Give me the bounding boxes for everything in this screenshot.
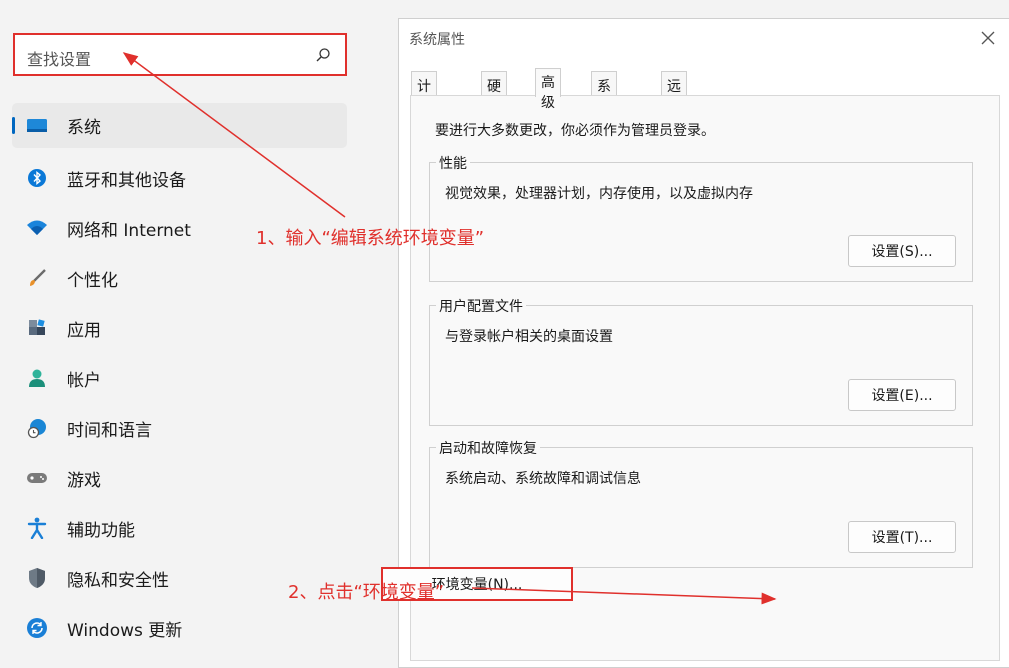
tab-remote[interactable]: 远程 [661, 71, 687, 115]
step1-annotation: 1、输入“编辑系统环境变量” [256, 228, 485, 249]
sidebar-item-label: Windows 更新 [67, 620, 183, 641]
group-title: 性能 [436, 153, 470, 173]
sidebar-item-label: 蓝牙和其他设备 [67, 170, 186, 191]
sidebar-item-label: 系统 [67, 118, 101, 138]
sidebar-item-apps[interactable]: 应用 [12, 303, 347, 353]
sidebar-item-label: 游戏 [67, 470, 101, 491]
group-title: 启动和故障恢复 [436, 438, 540, 458]
startup-recovery-group: 启动和故障恢复 系统启动、系统故障和调试信息 设置(T)... [429, 438, 973, 568]
settings-nav: 系统 蓝牙和其他设备 网络和 Internet 个性化 应用 帐户 时间和语言 … [12, 103, 347, 653]
tab-computer-name[interactable]: 计算机名 [411, 71, 437, 155]
group-description: 系统启动、系统故障和调试信息 [445, 471, 641, 487]
group-description: 与登录帐户相关的桌面设置 [445, 329, 613, 345]
performance-settings-button[interactable]: 设置(S)... [848, 235, 956, 267]
sidebar-item-label: 隐私和安全性 [67, 570, 169, 591]
sidebar-item-label: 个性化 [67, 270, 118, 291]
sidebar-item-label: 网络和 Internet [67, 220, 191, 241]
tab-system-protection[interactable]: 系统保护 [591, 71, 617, 155]
group-description: 视觉效果，处理器计划，内存使用，以及虚拟内存 [445, 186, 753, 202]
active-indicator [12, 117, 15, 134]
accessibility-icon [26, 517, 48, 539]
sidebar-item-accounts[interactable]: 帐户 [12, 353, 347, 403]
sidebar-item-accessibility[interactable]: 辅助功能 [12, 503, 347, 553]
wifi-icon [26, 217, 48, 239]
sidebar-item-label: 帐户 [67, 370, 101, 391]
step2-annotation: 2、点击“环境变量” [288, 582, 445, 603]
account-icon [26, 367, 48, 389]
close-icon[interactable] [977, 27, 999, 49]
sidebar-item-gaming[interactable]: 游戏 [12, 453, 347, 503]
profiles-settings-button[interactable]: 设置(E)... [848, 379, 956, 411]
user-profiles-group: 用户配置文件 与登录帐户相关的桌面设置 设置(E)... [429, 296, 973, 426]
sidebar-item-time-language[interactable]: 时间和语言 [12, 403, 347, 453]
update-icon [26, 617, 48, 639]
brush-icon [26, 267, 48, 289]
globe-clock-icon [26, 417, 48, 439]
sidebar-item-system[interactable]: 系统 [12, 103, 347, 148]
admin-notice: 要进行大多数更改，你必须作为管理员登录。 [435, 123, 715, 139]
sidebar-item-bluetooth[interactable]: 蓝牙和其他设备 [12, 153, 347, 203]
monitor-icon [26, 115, 48, 137]
startup-settings-button[interactable]: 设置(T)... [848, 521, 956, 553]
sidebar-item-label: 辅助功能 [67, 520, 135, 541]
bluetooth-icon [26, 167, 48, 189]
tab-hardware[interactable]: 硬件 [481, 71, 507, 115]
dialog-title: 系统属性 [409, 32, 465, 48]
sidebar-item-personalization[interactable]: 个性化 [12, 253, 347, 303]
search-input[interactable]: 查找设置 [27, 46, 91, 70]
apps-icon [26, 317, 48, 339]
sidebar-item-label: 应用 [67, 320, 101, 341]
tab-advanced[interactable]: 高级 [535, 68, 561, 111]
group-title: 用户配置文件 [436, 296, 526, 316]
performance-group: 性能 视觉效果，处理器计划，内存使用，以及虚拟内存 设置(S)... [429, 153, 973, 282]
search-box[interactable]: 查找设置 [13, 33, 347, 76]
gamepad-icon [26, 467, 48, 489]
sidebar-item-label: 时间和语言 [67, 420, 152, 441]
search-icon [316, 48, 330, 62]
shield-icon [26, 567, 48, 589]
sidebar-item-windows-update[interactable]: Windows 更新 [12, 603, 347, 653]
